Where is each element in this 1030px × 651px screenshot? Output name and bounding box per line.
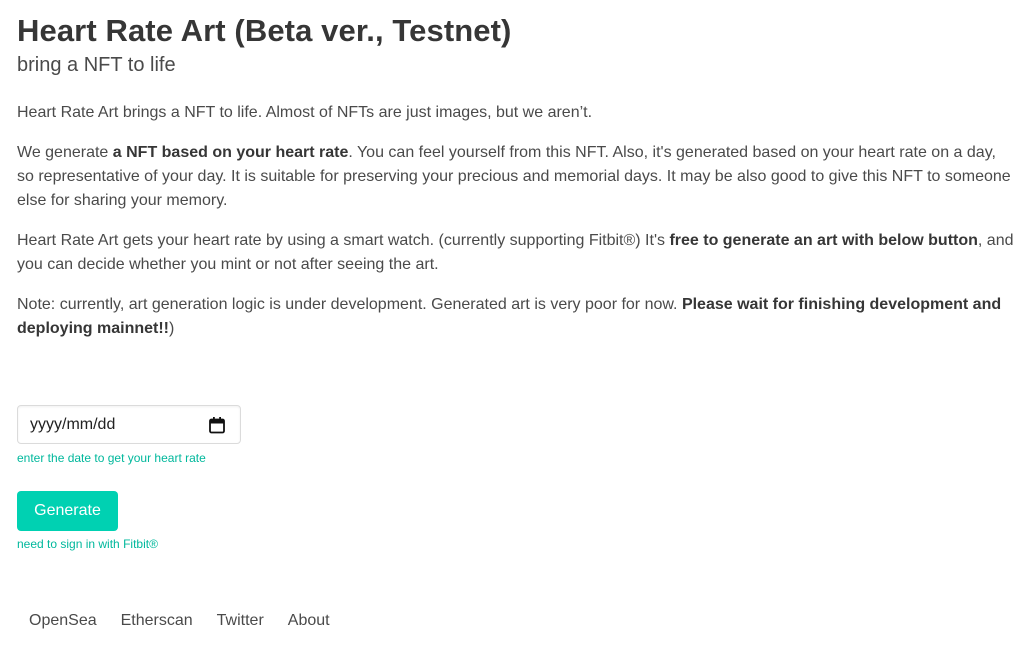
footer-link-about[interactable]: About	[276, 608, 342, 634]
generate-button[interactable]: Generate	[17, 491, 118, 531]
calendar-icon[interactable]	[208, 416, 226, 434]
intro-emphasis: a NFT based on your heart rate	[112, 144, 349, 161]
intro-text: Heart Rate Art brings a NFT to life. Alm…	[17, 104, 593, 121]
footer-link-twitter[interactable]: Twitter	[205, 608, 276, 634]
intro-paragraph-4: Note: currently, art generation logic is…	[17, 293, 1017, 341]
intro-paragraph-1: Heart Rate Art brings a NFT to life. Alm…	[17, 101, 1017, 125]
footer-nav: OpenSea Etherscan Twitter About	[17, 608, 342, 634]
intro-content: Heart Rate Art brings a NFT to life. Alm…	[17, 101, 1017, 357]
footer-link-opensea[interactable]: OpenSea	[17, 608, 109, 634]
page-title: Heart Rate Art (Beta ver., Testnet)	[17, 13, 512, 48]
footer-link-etherscan[interactable]: Etherscan	[109, 608, 205, 634]
page: Heart Rate Art (Beta ver., Testnet) brin…	[0, 0, 1030, 651]
intro-emphasis: free to generate an art with below butto…	[669, 232, 978, 249]
intro-text: )	[169, 320, 175, 337]
page-subtitle: bring a NFT to life	[17, 54, 176, 76]
intro-paragraph-2: We generate a NFT based on your heart ra…	[17, 141, 1017, 213]
intro-text: We generate	[17, 144, 113, 161]
date-help-text: enter the date to get your heart rate	[17, 451, 206, 465]
intro-paragraph-3: Heart Rate Art gets your heart rate by u…	[17, 229, 1017, 277]
intro-text: Heart Rate Art gets your heart rate by u…	[17, 232, 670, 249]
intro-text: Note: currently, art generation logic is…	[17, 296, 682, 313]
signin-help-text: need to sign in with Fitbit®	[17, 537, 158, 551]
date-input-placeholder: yyyy/mm/dd	[30, 416, 116, 433]
date-input[interactable]: yyyy/mm/dd	[17, 405, 241, 444]
